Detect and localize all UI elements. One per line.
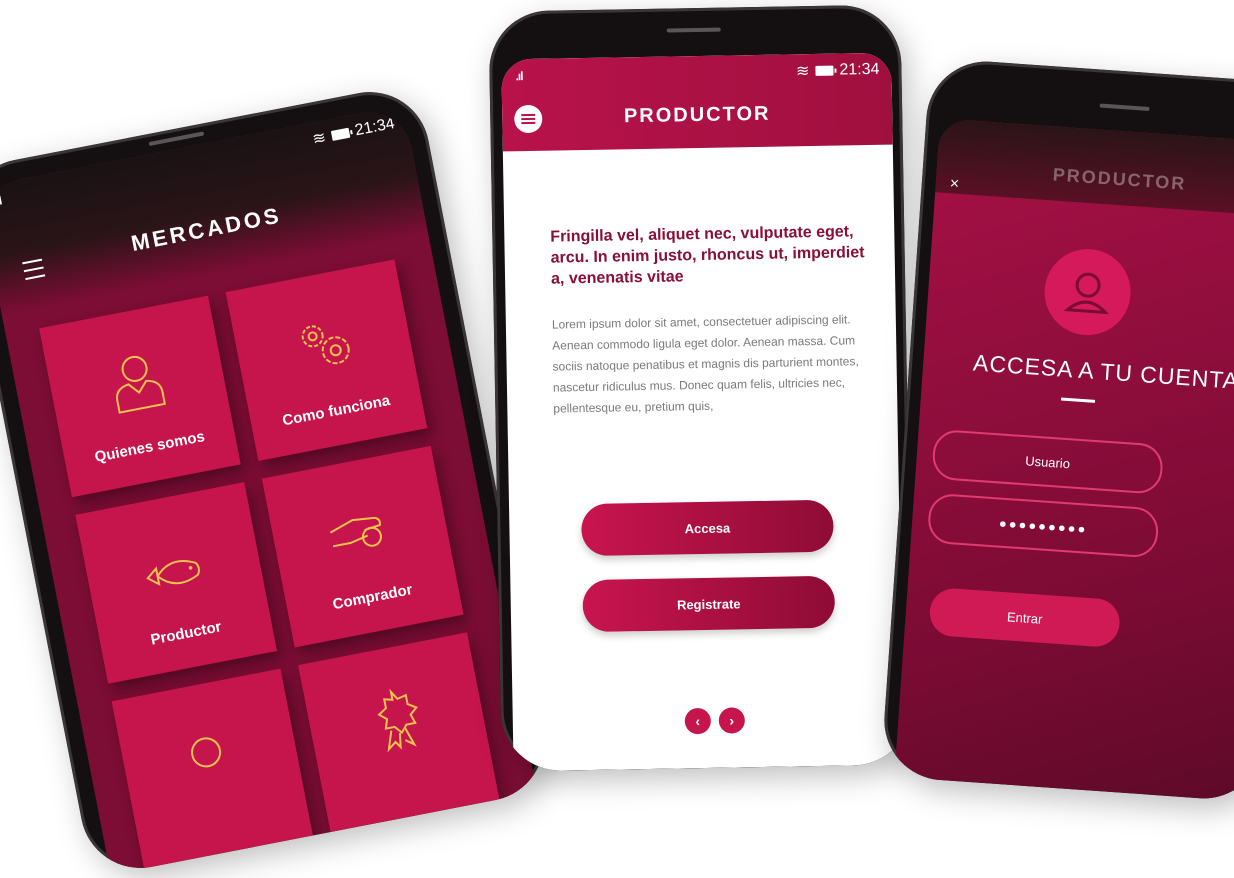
wifi-icon: ≋	[795, 63, 810, 81]
productor-screen: .ıl ≋ 21:34 PRODUCTOR Fringilla vel, ali…	[501, 52, 904, 772]
battery-icon	[815, 65, 834, 76]
pager: ‹ ›	[684, 707, 746, 735]
password-field[interactable]: ●●●●●●●●●	[926, 492, 1160, 559]
status-bar: .ıl ≋ 21:34	[501, 53, 892, 94]
tile-label: Productor	[149, 618, 223, 649]
access-button[interactable]: Accesa	[581, 499, 834, 557]
award-icon	[377, 688, 418, 753]
close-icon[interactable]: ×	[949, 175, 960, 194]
status-time: 21:34	[353, 114, 397, 140]
signal-icon: .ıl	[0, 193, 3, 209]
body-text: Lorem ipsum dolor sit amet, consectetuer…	[551, 312, 859, 416]
tile-premios[interactable]	[298, 632, 500, 835]
user-avatar-icon	[1041, 246, 1134, 339]
username-field[interactable]: Usuario	[931, 428, 1165, 495]
signal-icon: .ıl	[515, 69, 523, 84]
tile-label: Comprador	[331, 581, 414, 614]
phone-right: PRODUCTOR × ACCESA A TU CUENTA Usuario ●…	[880, 57, 1234, 803]
phone-center: .ıl ≋ 21:34 PRODUCTOR Fringilla vel, ali…	[488, 4, 914, 772]
productor-header: .ıl ≋ 21:34 PRODUCTOR	[501, 52, 893, 152]
person-icon	[116, 355, 166, 414]
headline: Fringilla vel, aliquet nec, vulputate eg…	[550, 223, 865, 288]
phone-speaker	[666, 27, 721, 33]
entrar-button[interactable]: Entrar	[928, 586, 1122, 649]
hand-coin-icon	[329, 516, 382, 548]
tile-label: Como funciona	[281, 391, 392, 430]
mercados-screen: .ıl ≋ 21:34 MERCADOS Quienes somos Como …	[0, 104, 537, 875]
status-right: ≋ 21:34	[796, 60, 880, 81]
tile-comprador[interactable]: Comprador	[261, 445, 464, 648]
wifi-icon: ≋	[311, 129, 328, 149]
phone-speaker	[1099, 103, 1150, 112]
fish-icon	[146, 559, 200, 587]
next-arrow-icon[interactable]: ›	[718, 707, 746, 734]
phone-speaker	[148, 131, 205, 147]
tile-quienes-somos[interactable]: Quienes somos	[39, 295, 241, 498]
tile-label	[326, 776, 495, 809]
login-heading: ACCESA A TU CUENTA	[972, 349, 1234, 394]
battery-icon	[330, 127, 351, 141]
tile-buscar[interactable]	[111, 668, 314, 871]
tile-label: Quienes somos	[93, 427, 207, 466]
page-title: PRODUCTOR	[1052, 164, 1187, 194]
status-time: 21:34	[839, 60, 880, 79]
page-title: PRODUCTOR	[623, 102, 771, 128]
register-button[interactable]: Registrate	[582, 575, 836, 633]
phone-left: .ıl ≋ 21:34 MERCADOS Quienes somos Como …	[0, 81, 555, 878]
gears-icon	[301, 325, 350, 365]
divider	[1060, 397, 1096, 403]
tile-label	[139, 812, 308, 845]
search-icon	[191, 737, 222, 768]
dimmed-header: PRODUCTOR	[935, 118, 1234, 218]
prev-arrow-icon[interactable]: ‹	[684, 707, 712, 735]
status-right: ≋ 21:34	[311, 114, 397, 150]
tile-productor[interactable]: Productor	[75, 482, 278, 684]
login-screen: PRODUCTOR × ACCESA A TU CUENTA Usuario ●…	[894, 118, 1234, 803]
tile-como-funciona[interactable]: Como funciona	[225, 259, 428, 461]
